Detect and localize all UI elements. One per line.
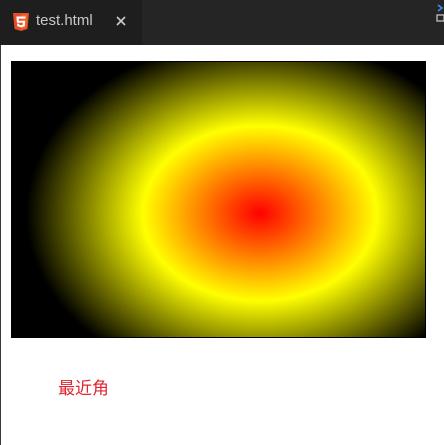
window-border (0, 45, 1, 445)
tab-label: test.html (36, 12, 93, 29)
edge-toolbar-icon[interactable] (436, 3, 444, 23)
html5-icon (13, 13, 29, 31)
tab-test-html[interactable]: test.html (0, 0, 142, 45)
close-icon[interactable] (113, 13, 129, 29)
editor-tab-bar: test.html (0, 0, 444, 45)
gradient-caption: 最近角 (58, 379, 109, 399)
radial-gradient-box (11, 61, 426, 338)
